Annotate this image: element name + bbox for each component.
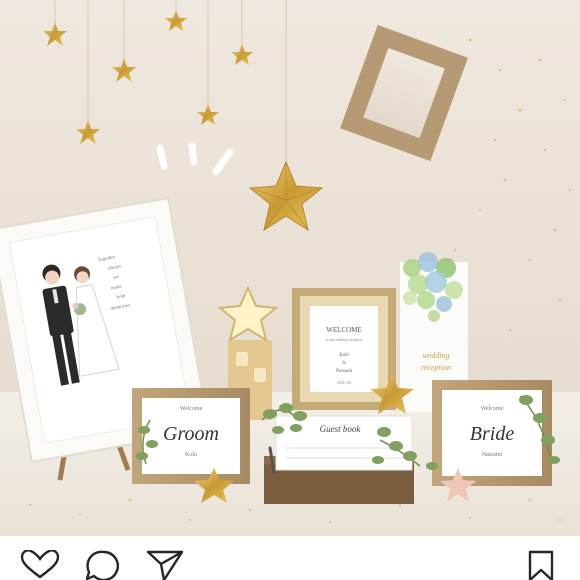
reception-line1: wedding [422,351,449,360]
reception-line2: reception [421,363,451,372]
groom-welcome: Welcome [180,406,203,412]
like-button[interactable] [20,550,60,580]
guest-book-title: Guest book [320,424,362,434]
share-button[interactable] [146,550,186,580]
guest-book: Guest book [264,415,414,504]
post-action-bar [0,536,580,580]
welcome-date: 2018.10.8 [337,381,352,385]
groom-name: Koki [185,452,197,458]
welcome-title: WELCOME [326,326,361,334]
bookmark-icon [528,550,554,580]
welcome-name2: Natsumi [335,369,353,374]
bride-name: Natsumi [482,452,503,458]
groom-title: Groom [163,423,219,445]
groom-card: Welcome Groom Koki [132,388,250,484]
bride-title: Bride [470,423,515,445]
post-photo[interactable]: Together always we make both memories WE… [0,0,580,536]
save-button[interactable] [526,550,556,580]
bride-welcome: Welcome [481,406,504,412]
welcome-subtitle: to our wedding reception [326,338,362,342]
comment-icon [85,550,119,580]
send-icon [146,550,184,580]
heart-icon [20,550,60,579]
welcome-amp: & [342,361,346,366]
welcome-name1: Koki [338,353,349,358]
bride-card: Welcome Bride Natsumi [432,380,552,486]
comment-button[interactable] [84,550,124,580]
